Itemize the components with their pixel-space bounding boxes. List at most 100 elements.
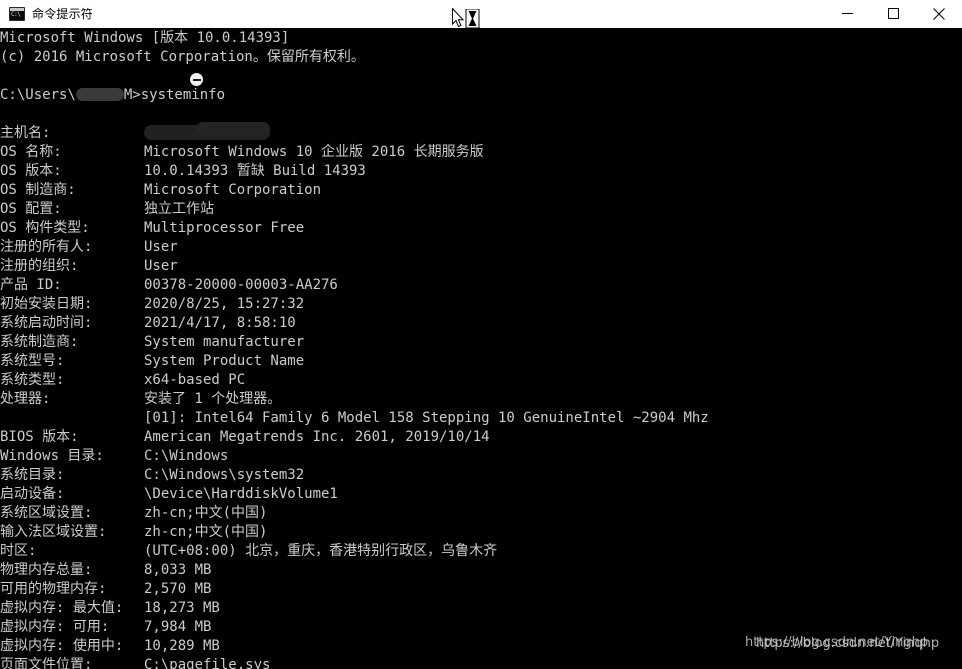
systeminfo-row: OS 名称: Microsoft Windows 10 企业版 2016 长期服务… [0,143,962,162]
systeminfo-row: 系统启动时间: 2021/4/17, 8:58:10 [0,314,962,333]
systeminfo-row-value: zh-cn;中文(中国) [144,505,268,521]
systeminfo-row-value: User [144,239,178,255]
systeminfo-row: Windows 目录: C:\Windows [0,447,962,466]
systeminfo-row-label: OS 构件类型: [0,220,90,236]
systeminfo-row: [01]: Intel64 Family 6 Model 158 Steppin… [0,409,962,428]
command-prompt-icon[interactable]: C:\ [9,6,25,21]
minimize-button[interactable] [824,0,870,28]
systeminfo-row-value: User [144,258,178,274]
systeminfo-row-label: 启动设备: [0,486,65,502]
window-titlebar[interactable]: C:\ 命令提示符 [0,0,962,28]
systeminfo-row: 注册的所有人: User [0,238,962,257]
systeminfo-row-value: C:\Windows [144,448,229,464]
systeminfo-row-label: 系统目录: [0,467,65,483]
systeminfo-row-value: 10.0.14393 暂缺 Build 14393 [144,163,366,179]
systeminfo-row: OS 制造商: Microsoft Corporation [0,181,962,200]
systeminfo-row-value: System Product Name [144,353,305,369]
systeminfo-row: 主机名: [0,121,962,143]
systeminfo-row-label: 物理内存总量: [0,562,93,578]
systeminfo-row-label: 主机名: [0,125,51,141]
systeminfo-row-value: 10,289 MB [144,638,220,654]
systeminfo-row: 虚拟内存: 使用中: 10,289 MB [0,637,962,656]
systeminfo-row-value: 2020/8/25, 15:27:32 [144,296,305,312]
console-output-area[interactable]: Microsoft Windows [版本 10.0.14393] (c) 201… [0,28,962,669]
console-banner-line-1: Microsoft Windows [版本 10.0.14393] [0,30,290,46]
systeminfo-row-label: 虚拟内存: 可用: [0,619,110,635]
systeminfo-row-label: 时区: [0,543,37,559]
prompt-suffix: M> [123,87,141,103]
systeminfo-row-value: [01]: Intel64 Family 6 Model 158 Steppin… [144,410,709,426]
systeminfo-row-value: zh-cn;中文(中国) [144,524,268,540]
systeminfo-row: OS 构件类型: Multiprocessor Free [0,219,962,238]
systeminfo-row: OS 配置: 独立工作站 [0,200,962,219]
systeminfo-row-label: 注册的所有人: [0,239,93,255]
systeminfo-row: 页面文件位置: C:\pagefile.sys [0,656,962,669]
systeminfo-row: 处理器: 安装了 1 个处理器。 [0,390,962,409]
systeminfo-row: 产品 ID: 00378-20000-00003-AA276 [0,276,962,295]
systeminfo-row-value: 独立工作站 [144,201,214,217]
systeminfo-row: 系统区域设置: zh-cn;中文(中国) [0,504,962,523]
systeminfo-row: 启动设备: \Device\HarddiskVolume1 [0,485,962,504]
prompt-command: systeminfo [140,87,226,103]
systeminfo-row: 输入法区域设置: zh-cn;中文(中国) [0,523,962,542]
systeminfo-row-value: \Device\HarddiskVolume1 [144,486,338,502]
systeminfo-row: 系统制造商: System manufacturer [0,333,962,352]
command-prompt-icon-text: C:\ [11,10,21,18]
prompt-path-prefix: C:\Users\ [0,87,76,103]
systeminfo-row: BIOS 版本: American Megatrends Inc. 2601, 2… [0,428,962,447]
systeminfo-row: OS 版本: 10.0.14393 暂缺 Build 14393 [0,162,962,181]
systeminfo-row-value: C:\pagefile.sys [144,657,271,669]
systeminfo-row-value: 18,273 MB [144,600,220,616]
systeminfo-row-label: 初始安装日期: [0,296,93,312]
minus-circle-glyph [190,73,203,86]
systeminfo-row-value: 00378-20000-00003-AA276 [144,277,338,293]
systeminfo-row-value: Microsoft Corporation [144,182,322,198]
maximize-button[interactable] [870,0,916,28]
redacted-username [75,87,124,101]
systeminfo-row-label: 系统类型: [0,372,65,388]
systeminfo-row: 初始安装日期: 2020/8/25, 15:27:32 [0,295,962,314]
systeminfo-row-value: 7,984 MB [144,619,212,635]
systeminfo-row-label: 系统制造商: [0,334,79,350]
systeminfo-row-label: 注册的组织: [0,258,79,274]
systeminfo-row-value: Multiprocessor Free [144,220,305,236]
systeminfo-row-label: 页面文件位置: [0,657,93,669]
systeminfo-row: 系统类型: x64-based PC [0,371,962,390]
systeminfo-row: 系统型号: System Product Name [0,352,962,371]
close-button[interactable] [916,0,962,28]
systeminfo-row-label: 可用的物理内存: [0,581,107,597]
command-prompt-window: C:\ 命令提示符 Microsoft Windows [版本 10.0.143… [0,0,962,669]
systeminfo-row-value: 2021/4/17, 8:58:10 [144,315,296,331]
systeminfo-row-value: 8,033 MB [144,562,212,578]
systeminfo-row-label: BIOS 版本: [0,429,79,445]
systeminfo-row: 注册的组织: User [0,257,962,276]
systeminfo-row-label: 虚拟内存: 最大值: [0,600,124,616]
systeminfo-row-label: 系统型号: [0,353,65,369]
systeminfo-row-value: Microsoft Windows 10 企业版 2016 长期服务版 [144,144,484,160]
systeminfo-row-value: x64-based PC [144,372,246,388]
systeminfo-row-label: 系统区域设置: [0,505,93,521]
systeminfo-row-value: (UTC+08:00) 北京，重庆，香港特别行政区，乌鲁木齐 [144,543,498,559]
systeminfo-row-label: Windows 目录: [0,448,104,464]
systeminfo-row-label: OS 名称: [0,144,62,160]
systeminfo-row-label: 输入法区域设置: [0,524,107,540]
systeminfo-row-label: 处理器: [0,391,51,407]
systeminfo-row: 虚拟内存: 可用: 7,984 MB [0,618,962,637]
window-title: 命令提示符 [32,7,94,21]
systeminfo-row: 系统目录: C:\Windows\system32 [0,466,962,485]
systeminfo-row-value: 2,570 MB [144,581,212,597]
console-text: Microsoft Windows [版本 10.0.14393] (c) 201… [0,29,962,669]
systeminfo-row-label: OS 制造商: [0,182,76,198]
systeminfo-row-label: OS 版本: [0,163,62,179]
systeminfo-row: 虚拟内存: 最大值: 18,273 MB [0,599,962,618]
systeminfo-row-label: 系统启动时间: [0,315,93,331]
console-banner-line-2: (c) 2016 Microsoft Corporation。保留所有权利。 [0,49,365,65]
systeminfo-row: 物理内存总量: 8,033 MB [0,561,962,580]
redacted-hostname [144,121,270,140]
systeminfo-row-value: System manufacturer [144,334,305,350]
systeminfo-row-label: 产品 ID: [0,277,62,293]
systeminfo-row-label: 虚拟内存: 使用中: [0,638,124,654]
systeminfo-row-value: 安装了 1 个处理器。 [144,391,282,407]
